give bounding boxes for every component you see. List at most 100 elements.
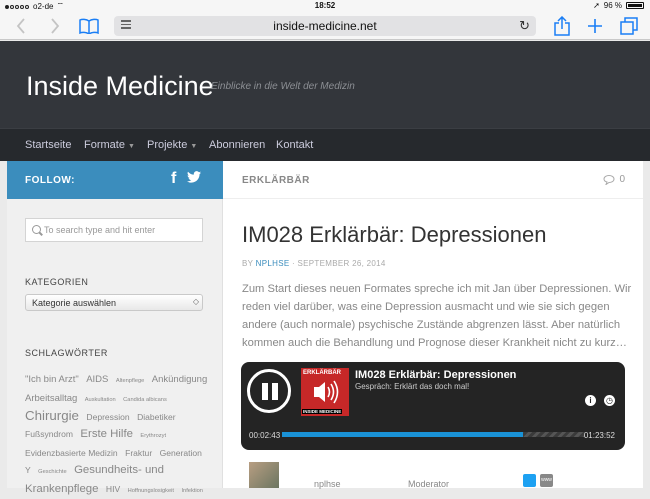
back-button[interactable] [10,15,32,37]
caret-down-icon: ▼ [190,143,198,150]
nav-label: Startseite [25,139,72,151]
category-select-value: Kategorie auswählen [32,298,117,308]
nav-label: Projekte [147,139,188,151]
total-duration: 01:23:52 [583,431,615,440]
chevron-right-icon [51,18,60,34]
facebook-icon[interactable]: f [171,170,176,188]
battery-icon [626,2,644,9]
player-subtitle: Gespräch: Erklärt das doch mal! [355,382,470,391]
post-meta: BY NPLHSE · SEPTEMBER 26, 2014 [242,259,386,268]
nav-projekte[interactable]: Projekte ▼ [147,139,197,151]
post-title[interactable]: IM028 Erklärbär: Depressionen [242,222,546,248]
post-date: · SEPTEMBER 26, 2014 [292,259,386,268]
tag-link[interactable]: Arbeitsalltag [25,393,77,404]
site-header: Inside Medicine Einblicke in die Welt de… [0,41,650,128]
tag-link[interactable]: "Ich bin Arzt" [25,374,79,385]
bookmarks-button[interactable] [78,15,100,37]
tag-link[interactable]: Geschichte [38,469,66,475]
tag-link[interactable]: Fußsyndrom [25,429,73,439]
follow-bar: FOLLOW: f [7,161,223,199]
pause-button[interactable] [247,369,291,413]
tag-cloud: "Ich bin Arzt" AIDS Altenpflege Ankündig… [25,370,211,499]
url-text: inside-medicine.net [273,19,377,33]
nav-label: Kontakt [276,139,314,151]
tag-link[interactable]: Hoffnungslosigkeit [128,488,174,494]
episode-cover: ERKLÄRBÄR INSIDE MEDICINE [301,368,349,416]
website-link-icon[interactable]: www [540,474,553,487]
forward-button[interactable] [44,15,66,37]
battery-percent: 96 % [603,1,622,10]
twitter-link-icon[interactable] [523,474,536,487]
search-icon [32,225,41,234]
progress-fill [282,432,523,437]
speaker-icon [314,380,339,404]
tags-heading: SCHLAGWÖRTER [25,348,108,358]
post-author[interactable]: NPLHSE [256,259,290,268]
elapsed-time: 00:02:43 [249,431,281,440]
book-icon [79,18,99,34]
player-title: IM028 Erklärbär: Depressionen [355,369,517,381]
post-excerpt: Zum Start dieses neuen Formates spreche … [242,283,632,349]
nav-startseite[interactable]: Startseite [25,139,71,151]
status-bar: o2-de ⌔ 18:52 ➚ 96 % [0,0,650,12]
chevron-left-icon [16,18,25,34]
clock-icon[interactable]: ◷ [604,395,615,406]
tag-link[interactable]: Chirurgie [25,408,79,423]
categories-heading: KATEGORIEN [25,277,89,287]
tag-link[interactable]: AIDS [86,374,108,385]
pause-icon [272,383,278,400]
nav-abonnieren[interactable]: Abonnieren [209,139,265,151]
tag-link[interactable]: Ankündigung [152,374,207,385]
follow-label: FOLLOW: [25,175,75,186]
browser-toolbar: inside-medicine.net ↻ [0,12,650,40]
post-category[interactable]: ERKLÄRBÄR [242,175,310,186]
tag-link[interactable]: Erythrozyt [140,433,166,439]
share-icon [554,16,570,36]
by-label: BY [242,259,254,268]
search-input[interactable]: To search type and hit enter [25,218,203,242]
tag-link[interactable]: Erste Hilfe [80,428,133,440]
tag-link[interactable]: Infektion [181,488,203,494]
nav-label: Abonnieren [209,139,266,151]
tag-link[interactable]: Diabetiker [137,412,175,422]
podcast-player: ERKLÄRBÄR INSIDE MEDICINE IM028 Erklärbä… [241,362,625,450]
reload-icon[interactable]: ↻ [519,18,530,34]
address-bar[interactable]: inside-medicine.net ↻ [114,16,536,36]
site-title[interactable]: Inside Medicine [26,71,214,102]
tag-link[interactable]: Fraktur [125,448,152,458]
contributor-row: nplhse Moderator www [223,455,643,489]
tag-link[interactable]: HIV [106,484,120,494]
sidebar: FOLLOW: f To search type and hit enter K… [7,161,223,495]
chevron-updown-icon: ◇ [192,297,199,306]
tag-link[interactable]: Altenpflege [116,378,144,384]
new-tab-button[interactable] [584,15,606,37]
avatar [249,462,279,488]
share-button[interactable] [551,15,573,37]
tag-link[interactable]: Evidenzbasierte Medizin [25,448,118,458]
comment-icon [603,174,615,185]
progress-bar[interactable] [282,432,585,437]
category-select[interactable]: Kategorie auswählen ◇ [25,294,203,311]
tabs-button[interactable] [618,15,640,37]
cover-brand: INSIDE MEDICINE [302,409,343,414]
nav-formate[interactable]: Formate ▼ [84,139,135,151]
tag-link[interactable]: Candida albicans [123,397,167,403]
post-header-bar: ERKLÄRBÄR 0 [223,161,643,199]
twitter-icon[interactable] [187,171,201,183]
location-icon: ➚ [593,1,600,10]
site-description: Einblicke in die Welt der Medizin [211,81,355,92]
nav-kontakt[interactable]: Kontakt [276,139,313,151]
tag-link[interactable]: Depression [86,412,129,422]
comments-link[interactable]: 0 [603,174,625,185]
info-icon[interactable]: i [585,395,596,406]
nav-label: Formate [84,139,125,151]
pause-icon [262,383,268,400]
cover-label: ERKLÄRBÄR [303,370,341,376]
main-navigation: Startseite Formate ▼ Projekte ▼ Abonnieren… [0,128,650,161]
comment-count: 0 [619,174,625,185]
caret-down-icon: ▼ [127,143,135,150]
search-placeholder: To search type and hit enter [44,225,156,235]
clock: 18:52 [314,1,336,10]
tabs-icon [620,17,638,35]
tag-link[interactable]: Auskultation [85,397,116,403]
